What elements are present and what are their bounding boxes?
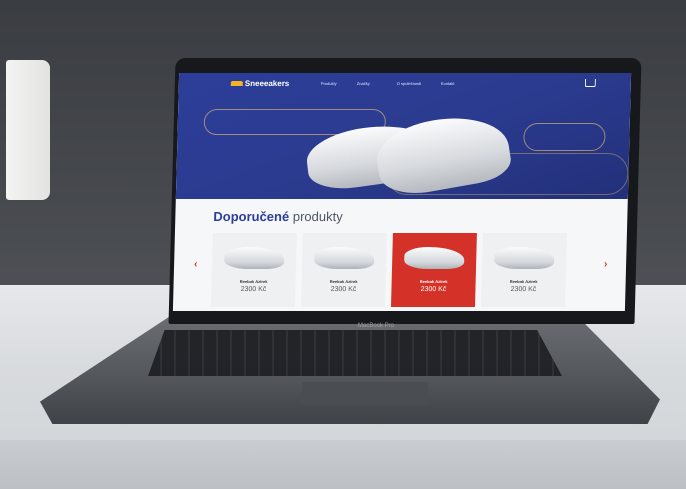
brand-name: Sneeeakers xyxy=(244,79,290,88)
laptop-screen: Sneeeakers Produkty Značky O společnosti… xyxy=(172,73,632,311)
hero-banner: Sneeeakers Produkty Značky O společnosti… xyxy=(175,73,632,200)
nav-item-about[interactable]: O společnosti xyxy=(397,81,421,86)
chevron-right-icon[interactable]: › xyxy=(604,259,608,270)
product-name: Reebok Aztrek xyxy=(329,279,358,284)
chevron-left-icon[interactable]: ‹ xyxy=(194,259,198,270)
laptop-trackpad xyxy=(300,382,430,404)
product-card[interactable]: Reebok Aztrek 2300 Kč xyxy=(210,233,297,307)
nav-item-products[interactable]: Produkty xyxy=(321,81,337,86)
brand-logo[interactable]: Sneeeakers xyxy=(230,79,290,88)
product-name: Reebok Aztrek xyxy=(239,279,268,284)
cart-icon[interactable] xyxy=(584,79,596,87)
product-image xyxy=(223,247,285,269)
product-name: Reebok Aztrek xyxy=(419,279,448,284)
laptop-model-label: MacBook Pro xyxy=(358,323,395,329)
top-nav: Sneeeakers Produkty Značky O společnosti… xyxy=(179,79,631,93)
laptop-keyboard xyxy=(148,330,562,376)
product-card[interactable]: Reebok Aztrek 2300 Kč xyxy=(480,233,567,307)
product-price: 2300 Kč xyxy=(240,286,267,293)
product-name: Reebok Aztrek xyxy=(509,279,538,284)
product-card[interactable]: Reebok Aztrek 2300 Kč xyxy=(300,233,387,307)
product-image xyxy=(313,247,375,269)
product-image xyxy=(403,247,465,269)
desk-edge xyxy=(0,440,686,489)
section-title: Doporučené produkty xyxy=(213,209,343,224)
product-card-active[interactable]: Reebok Aztrek 2300 Kč xyxy=(390,233,477,307)
nav-item-contact[interactable]: Kontakt xyxy=(441,81,455,86)
hero-decor-pill xyxy=(523,123,606,151)
nav-item-brands[interactable]: Značky xyxy=(357,81,370,86)
product-price: 2300 Kč xyxy=(420,286,447,293)
product-image xyxy=(493,247,555,269)
lamp xyxy=(6,60,50,200)
logo-mark-icon xyxy=(230,81,243,86)
product-price: 2300 Kč xyxy=(510,286,537,293)
product-price: 2300 Kč xyxy=(330,286,357,293)
